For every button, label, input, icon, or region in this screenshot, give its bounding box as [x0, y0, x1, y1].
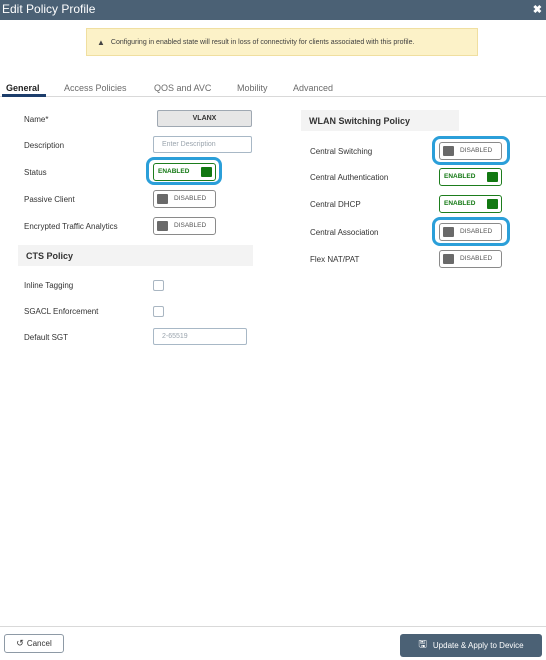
tab-general[interactable]: General [6, 83, 40, 93]
status-toggle-text: ENABLED [158, 168, 190, 175]
wlan-switching-heading: WLAN Switching Policy [301, 110, 459, 131]
central-switching-label: Central Switching [310, 147, 373, 156]
tab-advanced[interactable]: Advanced [293, 83, 333, 93]
toggle-knob [443, 254, 454, 264]
title-bar: Edit Policy Profile ✖ [0, 0, 546, 20]
central-dhcp-toggle-text: ENABLED [444, 200, 476, 207]
close-icon[interactable]: ✖ [533, 3, 542, 16]
passive-client-label: Passive Client [24, 195, 75, 204]
encrypted-traffic-toggle[interactable]: DISABLED [153, 217, 216, 235]
central-authentication-toggle[interactable]: ENABLED [439, 168, 502, 186]
description-field[interactable]: Enter Description [153, 136, 252, 153]
sgacl-enforcement-checkbox[interactable] [153, 306, 164, 317]
description-label: Description [24, 141, 65, 150]
save-icon: 🖫 [418, 639, 427, 650]
status-label: Status [24, 168, 47, 177]
central-dhcp-label: Central DHCP [310, 200, 361, 209]
dialog-title: Edit Policy Profile [2, 2, 96, 16]
encrypted-traffic-toggle-text: DISABLED [174, 222, 207, 229]
toggle-knob [443, 146, 454, 156]
central-dhcp-toggle[interactable]: ENABLED [439, 195, 502, 213]
flex-nat-pat-toggle[interactable]: DISABLED [439, 250, 502, 268]
warning-banner: ▲ Configuring in enabled state will resu… [86, 28, 478, 56]
name-field[interactable]: VLANX [157, 110, 252, 127]
update-apply-button[interactable]: 🖫 Update & Apply to Device [400, 634, 542, 657]
name-label: Name* [24, 115, 49, 124]
cancel-button[interactable]: ↺ Cancel [4, 634, 64, 653]
passive-client-toggle[interactable]: DISABLED [153, 190, 216, 208]
central-switching-toggle[interactable]: DISABLED [439, 142, 502, 160]
toggle-knob [487, 172, 498, 182]
tab-qos-and-avc[interactable]: QOS and AVC [154, 83, 211, 93]
active-tab-indicator [2, 94, 46, 97]
passive-client-toggle-text: DISABLED [174, 195, 207, 202]
central-association-toggle-text: DISABLED [460, 228, 493, 235]
cancel-button-label: Cancel [26, 639, 52, 648]
cts-policy-heading: CTS Policy [18, 245, 253, 266]
status-toggle[interactable]: ENABLED [153, 163, 216, 181]
central-authentication-toggle-text: ENABLED [444, 173, 476, 180]
flex-nat-pat-toggle-text: DISABLED [460, 255, 493, 262]
default-sgt-label: Default SGT [24, 333, 69, 342]
warning-text: Configuring in enabled state will result… [110, 38, 415, 46]
central-association-label: Central Association [310, 228, 379, 237]
sgacl-enforcement-label: SGACL Enforcement [24, 307, 99, 316]
central-association-toggle[interactable]: DISABLED [439, 223, 502, 241]
warning-triangle-icon: ▲ [97, 37, 105, 47]
update-apply-button-label: Update & Apply to Device [432, 641, 524, 650]
toggle-knob [201, 167, 212, 177]
encrypted-traffic-label: Encrypted Traffic Analytics [24, 222, 118, 231]
tab-mobility[interactable]: Mobility [237, 83, 268, 93]
flex-nat-pat-label: Flex NAT/PAT [310, 255, 360, 264]
toggle-knob [157, 221, 168, 231]
tab-access-policies[interactable]: Access Policies [64, 83, 127, 93]
default-sgt-field[interactable]: 2-65519 [153, 328, 247, 345]
tab-bar: General Access Policies QOS and AVC Mobi… [0, 80, 546, 97]
footer-divider [0, 626, 546, 627]
central-authentication-label: Central Authentication [310, 173, 389, 182]
toggle-knob [443, 227, 454, 237]
inline-tagging-checkbox[interactable] [153, 280, 164, 291]
inline-tagging-label: Inline Tagging [24, 281, 74, 290]
toggle-knob [487, 199, 498, 209]
undo-icon: ↺ [16, 638, 24, 648]
central-switching-toggle-text: DISABLED [460, 147, 493, 154]
toggle-knob [157, 194, 168, 204]
